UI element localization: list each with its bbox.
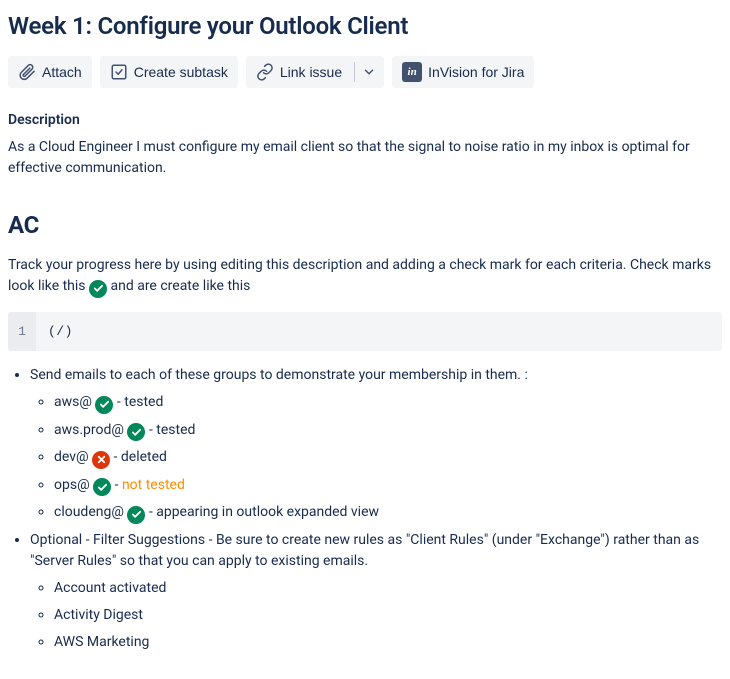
description-label: Description xyxy=(8,110,722,131)
group-name: dev@ xyxy=(54,449,92,465)
description-text: As a Cloud Engineer I must configure my … xyxy=(8,137,722,179)
group-name: ops@ xyxy=(54,477,93,493)
filter-item: AWS Marketing xyxy=(54,634,149,650)
list-item: aws.prod@ - tested xyxy=(54,420,722,442)
list-item: Send emails to each of these groups to d… xyxy=(30,365,722,524)
list-item: Optional - Filter Suggestions - Be sure … xyxy=(30,530,722,653)
invision-button[interactable]: in InVision for Jira xyxy=(392,56,534,88)
group-name: aws.prod@ xyxy=(54,422,127,438)
code-content: (/) xyxy=(36,312,85,352)
group-status-dash: - xyxy=(115,477,122,493)
list-item: aws@ - tested xyxy=(54,392,722,414)
list-item: Activity Digest xyxy=(54,605,722,626)
group-name: aws@ xyxy=(54,394,95,410)
send-groups-header: Send emails to each of these groups to d… xyxy=(30,367,528,383)
list-item: ops@ - not tested xyxy=(54,475,722,497)
chevron-down-icon xyxy=(362,65,376,79)
link-issue-button[interactable]: Link issue xyxy=(246,56,354,88)
link-issue-more-button[interactable] xyxy=(354,56,384,88)
list-item: dev@ - deleted xyxy=(54,447,722,469)
list-item: AWS Marketing xyxy=(54,632,722,653)
attachment-icon xyxy=(18,63,36,81)
ac-intro: Track your progress here by using editin… xyxy=(8,255,722,298)
filter-item: Activity Digest xyxy=(54,607,143,623)
group-status-warning: not tested xyxy=(122,477,185,493)
invision-icon: in xyxy=(402,62,422,82)
ac-intro-post: and are create like this xyxy=(110,278,250,294)
group-name: cloudeng@ xyxy=(54,504,127,520)
link-icon xyxy=(256,63,274,81)
ac-content: Send emails to each of these groups to d… xyxy=(8,365,722,653)
cross-icon xyxy=(92,451,110,469)
group-status: - tested xyxy=(117,394,163,410)
group-status: - appearing in outlook expanded view xyxy=(149,504,379,520)
invision-label: InVision for Jira xyxy=(428,64,524,80)
create-subtask-label: Create subtask xyxy=(134,64,228,80)
attach-label: Attach xyxy=(42,64,82,80)
code-block: 1 (/) xyxy=(8,312,722,352)
optional-header: Optional - Filter Suggestions - Be sure … xyxy=(30,532,699,569)
check-icon xyxy=(89,280,107,298)
check-icon xyxy=(93,478,111,496)
subtask-icon xyxy=(110,63,128,81)
list-item: Account activated xyxy=(54,578,722,599)
check-icon xyxy=(127,506,145,524)
ac-heading: AC xyxy=(8,207,722,243)
list-item: cloudeng@ - appearing in outlook expande… xyxy=(54,502,722,524)
link-issue-combo: Link issue xyxy=(246,56,384,88)
check-icon xyxy=(95,396,113,414)
filter-item: Account activated xyxy=(54,580,166,596)
group-status: - tested xyxy=(149,422,195,438)
link-issue-label: Link issue xyxy=(280,64,342,80)
issue-title: Week 1: Configure your Outlook Client xyxy=(8,8,722,44)
create-subtask-button[interactable]: Create subtask xyxy=(100,56,238,88)
issue-toolbar: Attach Create subtask Link issue in InVi… xyxy=(8,56,722,88)
check-icon xyxy=(127,423,145,441)
code-line-number: 1 xyxy=(8,312,36,352)
group-status: - deleted xyxy=(114,449,167,465)
attach-button[interactable]: Attach xyxy=(8,56,92,88)
